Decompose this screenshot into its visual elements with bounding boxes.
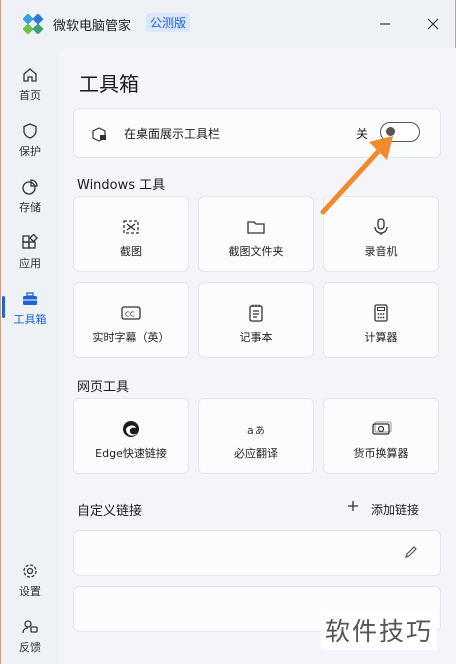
- tile-label: 实时字幕（英）: [92, 331, 170, 344]
- tile-currency-converter[interactable]: 货币换算器: [323, 398, 439, 474]
- toolbox-lock-icon: [92, 127, 106, 142]
- screenshot-icon: [123, 220, 139, 234]
- custom-link-row[interactable]: [73, 530, 441, 576]
- tile-edge-quick-links[interactable]: Edge快速链接: [73, 398, 189, 474]
- add-link-label[interactable]: 添加链接: [371, 501, 419, 518]
- sidebar-item-apps[interactable]: 应用: [1, 226, 59, 278]
- minimize-button[interactable]: [373, 12, 397, 36]
- calculator-icon: [374, 304, 388, 322]
- home-icon: [23, 68, 37, 82]
- app-window: 微软电脑管家 公测版 首页 保护 存储 应用 工具箱 设置 反馈 工具箱 在桌面…: [0, 0, 456, 664]
- custom-links-title: 自定义链接: [77, 504, 143, 519]
- app-logo-icon: [23, 14, 43, 34]
- sidebar-item-label: 保护: [19, 145, 41, 158]
- sidebar-item-home[interactable]: 首页: [1, 58, 59, 110]
- tile-calculator[interactable]: 计算器: [323, 282, 439, 358]
- active-indicator: [2, 296, 5, 318]
- tile-label: Edge快速链接: [95, 447, 167, 460]
- folder-icon: [247, 221, 265, 234]
- page-title: 工具箱: [79, 72, 139, 96]
- sidebar-item-protect[interactable]: 保护: [1, 114, 59, 166]
- apps-icon: [22, 234, 38, 249]
- app-title: 微软电脑管家: [53, 19, 132, 34]
- svg-text:あ: あ: [255, 425, 265, 437]
- sidebar-item-label: 首页: [19, 89, 41, 102]
- microphone-icon: [374, 218, 388, 235]
- sidebar-item-label: 反馈: [19, 641, 41, 654]
- tile-bing-translate[interactable]: aあ 必应翻译: [198, 398, 314, 474]
- sidebar: 首页 保护 存储 应用 工具箱 设置 反馈: [1, 48, 59, 664]
- tile-live-captions[interactable]: CC 实时字幕（英）: [73, 282, 189, 358]
- watermark: 软件技巧: [321, 610, 438, 650]
- add-link-button[interactable]: [347, 497, 359, 517]
- plus-icon: [348, 501, 358, 511]
- close-button[interactable]: [421, 12, 445, 36]
- edit-pencil-icon[interactable]: [404, 545, 418, 559]
- pie-chart-icon: [22, 179, 38, 195]
- title-bar: 微软电脑管家 公测版: [1, 0, 456, 48]
- tile-label: 必应翻译: [234, 447, 278, 460]
- beta-badge: 公测版: [146, 13, 191, 32]
- shield-icon: [23, 123, 37, 139]
- currency-icon: [372, 421, 392, 435]
- edge-icon: [123, 421, 139, 437]
- notepad-icon: [249, 304, 263, 322]
- tile-label: 货币换算器: [353, 447, 409, 460]
- sidebar-item-storage[interactable]: 存储: [1, 170, 59, 222]
- svg-text:a: a: [247, 424, 254, 437]
- translate-icon: aあ: [247, 424, 265, 437]
- desktop-toolbar-label: 在桌面展示工具栏: [124, 127, 221, 141]
- sidebar-item-label: 存储: [19, 201, 41, 214]
- sidebar-item-feedback[interactable]: 反馈: [1, 610, 59, 662]
- annotation-arrow: [320, 136, 393, 215]
- gear-icon: [23, 564, 37, 578]
- tile-notepad[interactable]: 记事本: [198, 282, 314, 358]
- tile-label: 截图: [120, 245, 142, 258]
- windows-tools-title: Windows 工具: [77, 178, 166, 193]
- minimize-icon: [380, 23, 390, 25]
- tile-screenshot[interactable]: 截图: [73, 196, 189, 272]
- feedback-icon: [22, 620, 38, 634]
- sidebar-item-toolbox[interactable]: 工具箱: [1, 282, 59, 334]
- tile-label: 记事本: [239, 331, 273, 344]
- tile-screenshot-folder[interactable]: 截图文件夹: [198, 196, 314, 272]
- svg-text:CC: CC: [125, 311, 135, 319]
- tile-label: 录音机: [364, 245, 398, 258]
- sidebar-item-settings[interactable]: 设置: [1, 554, 59, 606]
- captions-icon: CC: [121, 306, 141, 320]
- web-tools-title: 网页工具: [77, 380, 130, 395]
- close-icon: [427, 18, 439, 30]
- tile-label: 计算器: [364, 331, 398, 344]
- sidebar-item-label: 应用: [19, 257, 41, 270]
- sidebar-item-label: 设置: [19, 585, 41, 598]
- tile-label: 截图文件夹: [228, 245, 284, 258]
- sidebar-item-label: 工具箱: [13, 313, 47, 326]
- toolbox-icon: [23, 292, 37, 305]
